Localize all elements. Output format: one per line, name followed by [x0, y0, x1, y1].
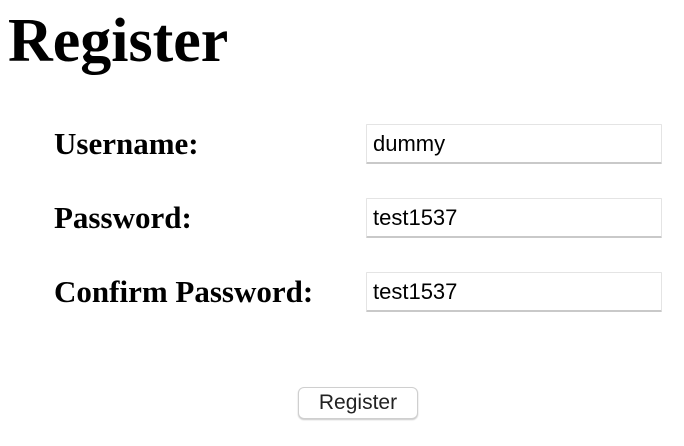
register-page: Register Username: Password: Confirm Pas…: [0, 0, 684, 446]
confirm-password-input[interactable]: [366, 272, 662, 312]
password-input[interactable]: [366, 198, 662, 238]
register-button[interactable]: Register: [298, 387, 418, 419]
password-label: Password:: [54, 200, 192, 235]
username-input[interactable]: [366, 124, 662, 164]
confirm-password-label: Confirm Password:: [54, 274, 314, 309]
username-label: Username:: [54, 126, 199, 161]
page-title: Register: [8, 7, 229, 75]
